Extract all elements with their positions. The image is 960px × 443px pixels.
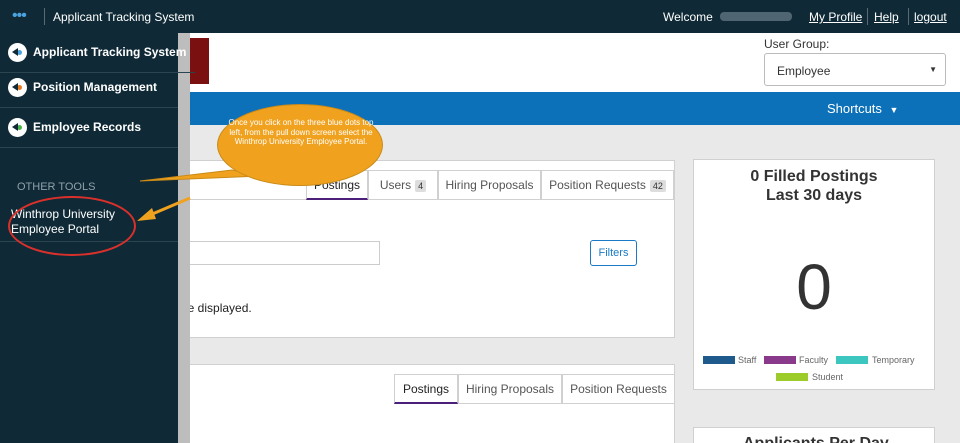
annotation-callout-text: Once you click on the three blue dots to…	[228, 118, 374, 146]
annotation-arrows	[137, 169, 263, 221]
highlight-oval	[8, 196, 136, 256]
arrow-head	[137, 208, 156, 221]
arrow-line	[149, 196, 191, 217]
